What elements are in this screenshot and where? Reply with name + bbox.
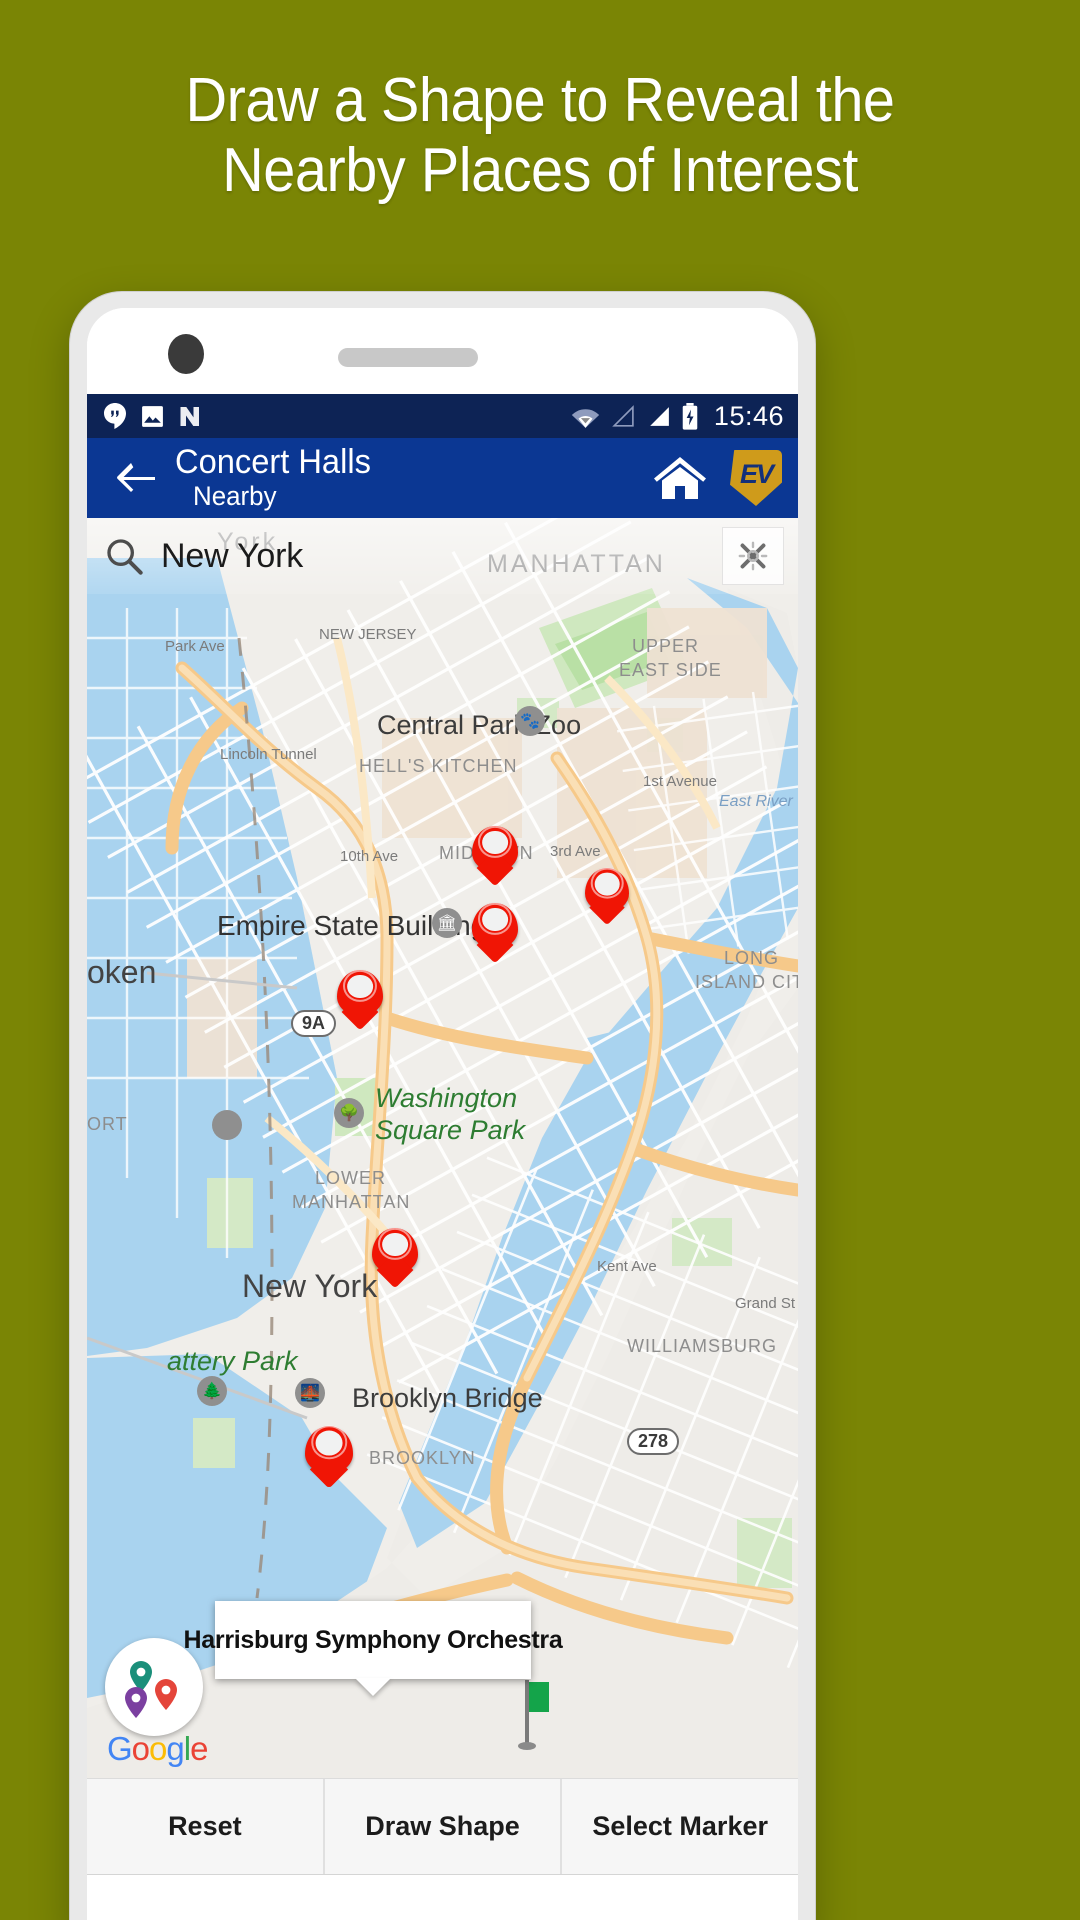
landmark-poi-icon[interactable]: 🏛: [432, 908, 462, 938]
app-bar-actions: EV: [652, 450, 782, 506]
marker-dot: [482, 907, 508, 932]
marker-dot: [382, 1232, 408, 1257]
page-title: Concert Halls: [175, 443, 371, 481]
marker-body: [472, 902, 518, 949]
reset-button[interactable]: Reset: [87, 1779, 323, 1874]
search-button[interactable]: [87, 536, 161, 576]
back-button[interactable]: [109, 451, 163, 505]
search-input[interactable]: New York: [161, 537, 303, 576]
info-window-title: Harrisburg Symphony Orchestra: [183, 1625, 563, 1654]
status-bar-clock: 15:46: [713, 400, 784, 431]
info-window-tail: [355, 1678, 391, 1696]
wifi-icon: [571, 408, 600, 428]
promo-headline-line1: Draw a Shape to Reveal the: [185, 66, 895, 135]
app-bar: Concert Halls Nearby EV: [87, 438, 798, 518]
app-bar-titles: Concert Halls Nearby: [175, 444, 379, 512]
map-marker-pin-icon[interactable]: [585, 867, 629, 912]
home-icon[interactable]: [652, 453, 708, 503]
select-marker-button[interactable]: Select Marker: [560, 1779, 798, 1874]
map-search-bar[interactable]: New York: [87, 518, 798, 594]
signal-empty-icon: [612, 404, 634, 427]
map-marker-pin-icon[interactable]: [337, 969, 383, 1016]
front-camera-icon: [168, 334, 204, 374]
reset-button-label: Reset: [168, 1811, 242, 1841]
arrow-back-icon: [117, 463, 155, 492]
status-bar-system-icons: 15:46: [571, 401, 784, 432]
marker-body: [337, 969, 383, 1016]
promo-headline-line2: Nearby Places of Interest: [222, 136, 858, 205]
hangouts-icon: [104, 403, 126, 429]
map-marker-pin-icon[interactable]: [305, 1425, 353, 1474]
search-icon: [107, 539, 143, 575]
brand-logo[interactable]: EV: [730, 450, 782, 506]
select-marker-button-label: Select Marker: [592, 1811, 768, 1841]
promo-headline: Draw a Shape to Reveal the Nearby Places…: [38, 66, 1042, 206]
status-bar: 15:46: [87, 394, 798, 438]
park-poi-icon-2[interactable]: 🌲: [197, 1376, 227, 1406]
bottom-action-bar: Reset Draw Shape Select Marker: [87, 1778, 798, 1874]
marker-body: [372, 1227, 418, 1274]
brand-logo-text: EV: [739, 458, 774, 489]
marker-dot: [482, 830, 508, 855]
map-view[interactable]: YorkMANHATTANUPPEREAST SIDECentral Park …: [87, 518, 798, 1778]
clear-location-icon: [738, 541, 768, 571]
square-park-poi-icon[interactable]: 🌳: [334, 1098, 364, 1128]
status-bar-notification-icons: [103, 403, 202, 429]
marker-body: [472, 825, 518, 872]
highway-shield-badge: 278: [627, 1428, 680, 1455]
photos-icon: [142, 405, 163, 427]
marker-dot: [347, 974, 373, 999]
map-marker-pin-icon[interactable]: [472, 902, 518, 949]
bottom-divider: [87, 1874, 798, 1880]
signal-full-icon: [650, 406, 669, 426]
marker-body: [585, 867, 629, 912]
park-poi-icon[interactable]: [212, 1110, 242, 1140]
nova-launcher-icon: [180, 406, 199, 426]
marker-dot: [594, 872, 620, 896]
marker-dot: [315, 1430, 343, 1456]
map-canvas: [87, 518, 798, 1778]
phone-top-bezel: [87, 308, 798, 394]
phone-screen: 15:46 Concert Halls Nearby EV UPPER EAST…: [87, 308, 798, 1920]
map-marker-pin-icon[interactable]: [472, 825, 518, 872]
battery-charging-icon: [682, 402, 698, 430]
marker-body: [305, 1425, 353, 1474]
marker-info-window[interactable]: Harrisburg Symphony Orchestra: [184, 1601, 563, 1696]
draw-shape-button-label: Draw Shape: [365, 1811, 520, 1841]
map-marker-pin-icon[interactable]: [372, 1227, 418, 1274]
earpiece-speaker: [338, 348, 478, 367]
zoo-poi-icon[interactable]: 🐾: [515, 706, 545, 736]
bridge-poi-icon[interactable]: 🌉: [295, 1378, 325, 1408]
flag-icon[interactable]: [505, 1676, 551, 1757]
page-subtitle: Nearby: [193, 481, 277, 511]
highway-shield-badge: 9A: [291, 1010, 337, 1037]
phone-mockup-frame: 15:46 Concert Halls Nearby EV UPPER EAST…: [70, 292, 815, 1920]
draw-shape-button[interactable]: Draw Shape: [322, 1779, 561, 1874]
clear-location-button[interactable]: [722, 527, 784, 585]
